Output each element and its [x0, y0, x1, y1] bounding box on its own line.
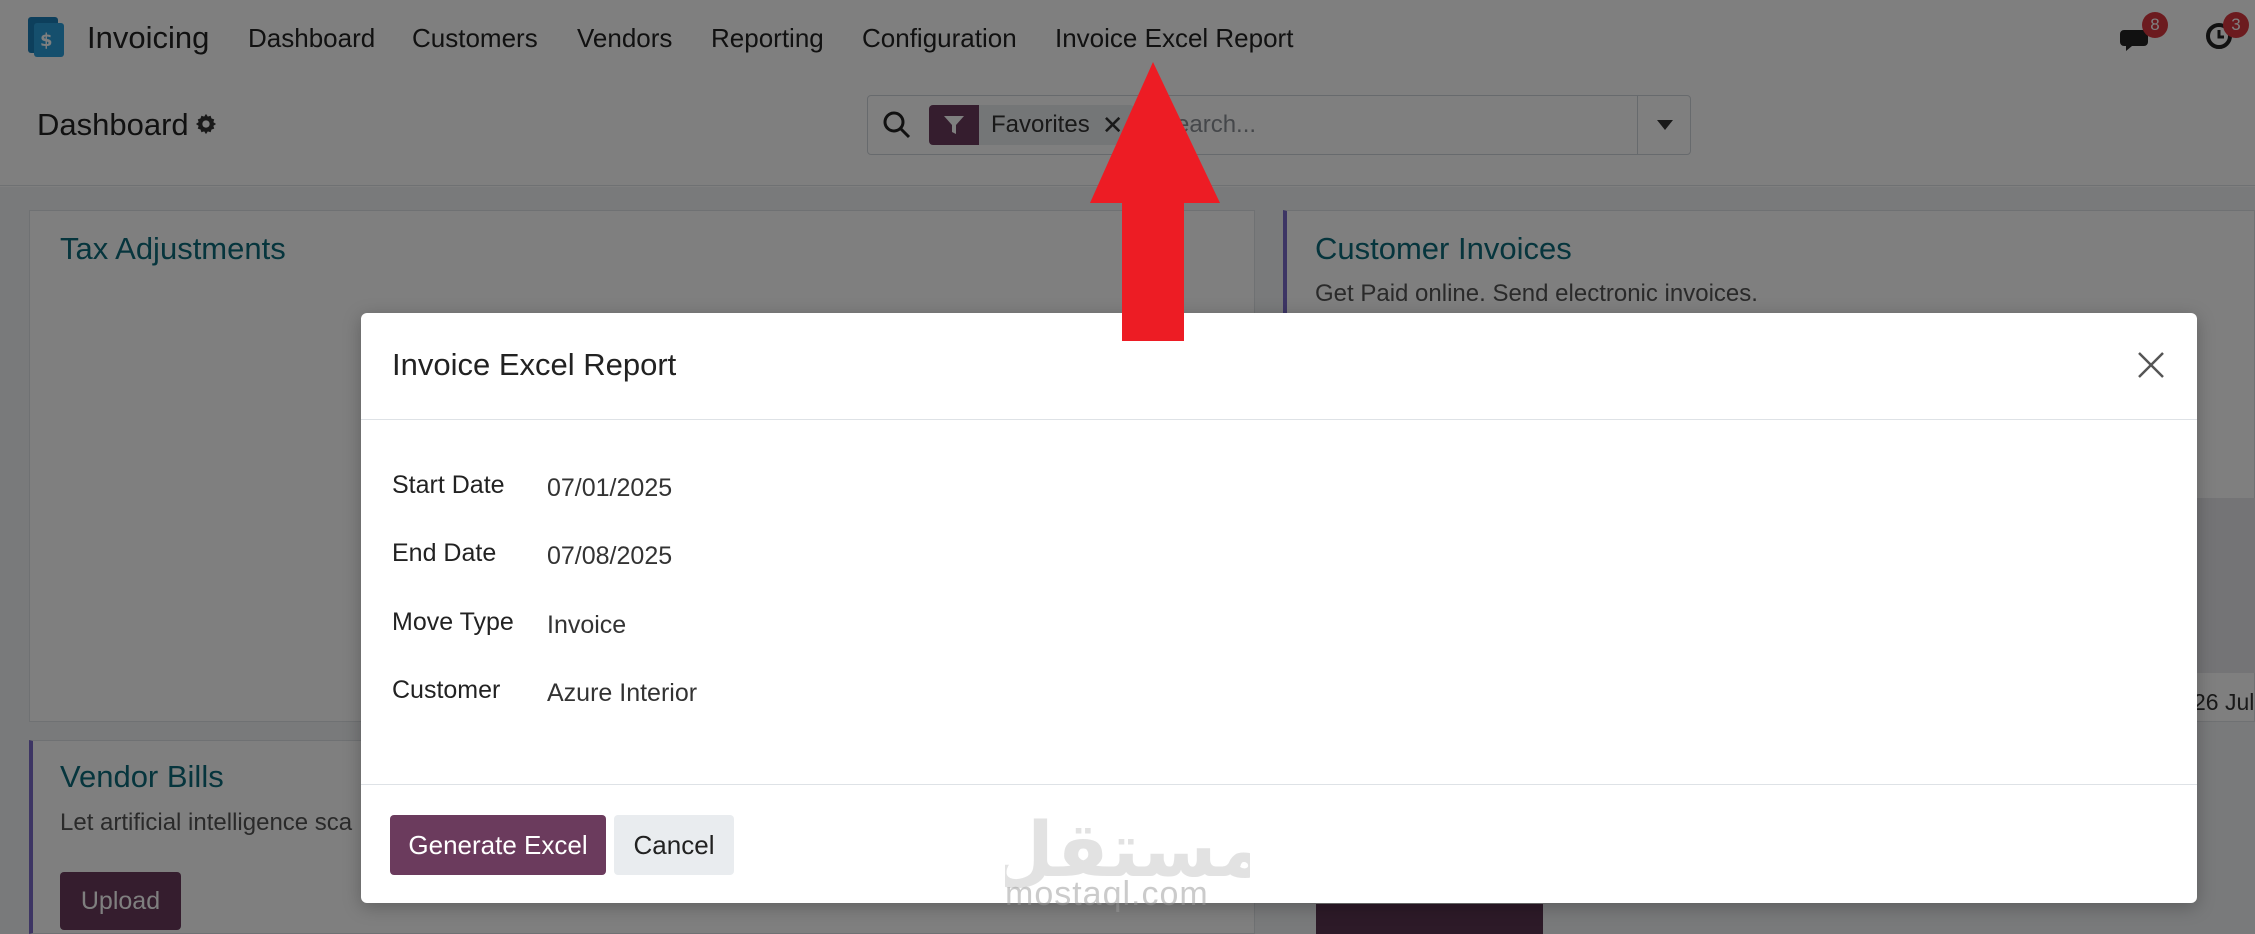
move-type-field[interactable]: Invoice — [547, 611, 626, 640]
dialog-title: Invoice Excel Report — [392, 347, 677, 382]
customer-label: Customer — [392, 676, 501, 704]
red-arrow-annotation — [1090, 62, 1220, 341]
dialog-header: Invoice Excel Report — [361, 313, 2197, 420]
close-icon[interactable] — [2131, 345, 2171, 385]
generate-excel-button[interactable]: Generate Excel — [390, 815, 606, 875]
end-date-field[interactable]: 07/08/2025 — [547, 542, 672, 571]
watermark-latin-text: mostaql.com — [1005, 875, 1209, 913]
start-date-label: Start Date — [392, 471, 505, 499]
end-date-label: End Date — [392, 539, 497, 567]
customer-field[interactable]: Azure Interior — [547, 679, 697, 708]
start-date-field[interactable]: 07/01/2025 — [547, 474, 672, 503]
cancel-button[interactable]: Cancel — [614, 815, 734, 875]
invoice-excel-report-dialog: Invoice Excel Report Start Date 07/01/20… — [361, 313, 2197, 903]
move-type-label: Move Type — [392, 608, 514, 636]
